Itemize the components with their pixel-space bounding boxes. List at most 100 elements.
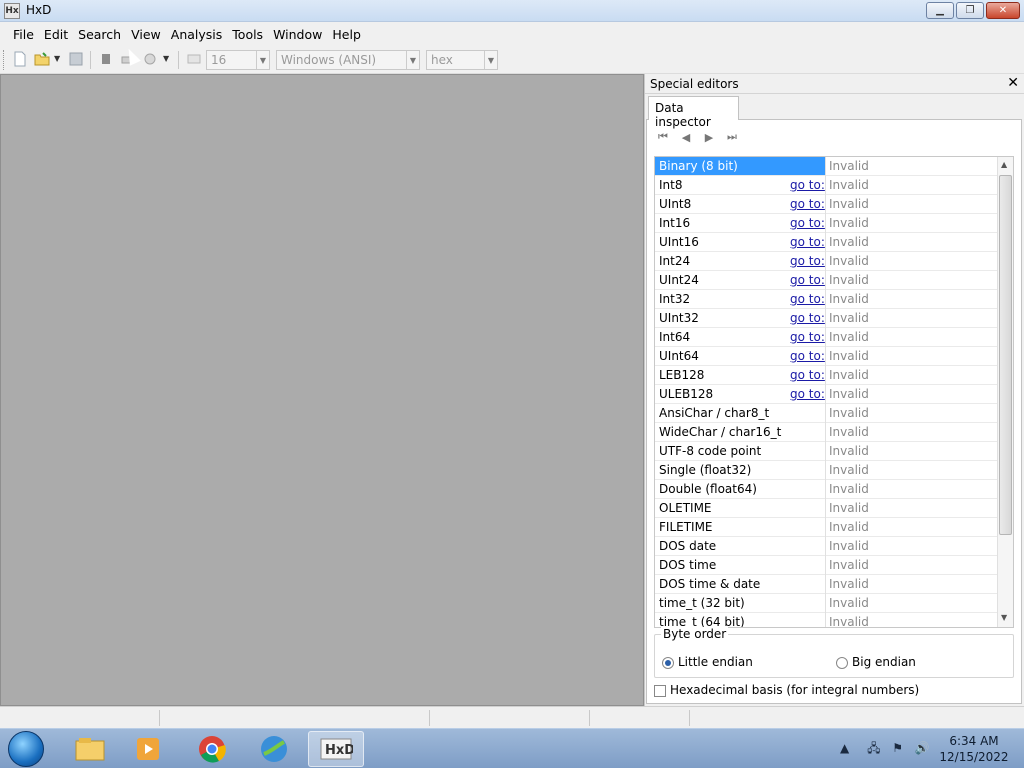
inspector-row-value[interactable]: Invalid [829, 178, 869, 192]
menu-view[interactable]: View [126, 27, 166, 42]
previous-record-icon[interactable]: ◀ [678, 130, 694, 144]
inspector-row[interactable]: Double (float64) Invalid [655, 480, 998, 499]
inspector-row-value[interactable]: Invalid [829, 596, 869, 610]
last-record-icon[interactable]: ⏭ [724, 130, 740, 144]
goto-link[interactable]: go to: [790, 311, 825, 325]
open-dropdown-arrow-icon[interactable]: ▼ [54, 54, 60, 63]
inspector-row-value[interactable]: Invalid [829, 330, 869, 344]
goto-link[interactable]: go to: [790, 197, 825, 211]
inspector-row-value[interactable]: Invalid [829, 159, 869, 173]
inspector-row[interactable]: UInt16 go to: Invalid [655, 233, 998, 252]
menu-window[interactable]: Window [268, 27, 327, 42]
goto-link[interactable]: go to: [790, 330, 825, 344]
chrome-taskbar-icon[interactable] [184, 731, 240, 767]
inspector-row[interactable]: time_t (32 bit) Invalid [655, 594, 998, 613]
inspector-row-value[interactable]: Invalid [829, 463, 869, 477]
inspector-row-value[interactable]: Invalid [829, 406, 869, 420]
goto-link[interactable]: go to: [790, 254, 825, 268]
volume-icon[interactable]: 🔊 [915, 741, 930, 755]
goto-link[interactable]: go to: [790, 349, 825, 363]
inspector-row[interactable]: Int16 go to: Invalid [655, 214, 998, 233]
inspector-row-value[interactable]: Invalid [829, 311, 869, 325]
inspector-row-value[interactable]: Invalid [829, 577, 869, 591]
inspector-row-value[interactable]: Invalid [829, 273, 869, 287]
inspector-row[interactable]: ULEB128 go to: Invalid [655, 385, 998, 404]
menu-edit[interactable]: Edit [39, 27, 73, 42]
inspector-row-value[interactable]: Invalid [829, 349, 869, 363]
taskbar-clock[interactable]: 6:34 AM 12/15/2022 [935, 733, 1013, 765]
menu-tools[interactable]: Tools [227, 27, 268, 42]
inspector-row-value[interactable]: Invalid [829, 387, 869, 401]
explorer-taskbar-icon[interactable] [62, 731, 118, 767]
export-dropdown-arrow-icon[interactable]: ▼ [163, 54, 169, 63]
inspector-row[interactable]: UInt24 go to: Invalid [655, 271, 998, 290]
new-file-icon[interactable] [12, 51, 28, 67]
inspector-row-value[interactable]: Invalid [829, 539, 869, 553]
menu-search[interactable]: Search [73, 27, 126, 42]
menu-file[interactable]: File [8, 27, 39, 42]
chevron-down-icon[interactable]: ▼ [256, 51, 269, 69]
inspector-row-value[interactable]: Invalid [829, 558, 869, 572]
goto-link[interactable]: go to: [790, 292, 825, 306]
inspector-row-value[interactable]: Invalid [829, 482, 869, 496]
hex-basis-label[interactable]: Hexadecimal basis (for integral numbers) [670, 683, 919, 697]
panel-close-icon[interactable]: ✕ [1007, 75, 1019, 91]
goto-link[interactable]: go to: [790, 273, 825, 287]
next-record-icon[interactable]: ▶ [701, 130, 717, 144]
media-player-taskbar-icon[interactable] [120, 731, 176, 767]
charset-combo[interactable]: Windows (ANSI) ▼ [276, 50, 420, 70]
goto-link[interactable]: go to: [790, 216, 825, 230]
inspector-row-value[interactable]: Invalid [829, 216, 869, 230]
scroll-thumb[interactable] [999, 175, 1012, 535]
scroll-up-icon[interactable]: ▲ [1001, 160, 1007, 169]
inspector-row-value[interactable]: Invalid [829, 254, 869, 268]
goto-link[interactable]: go to: [790, 387, 825, 401]
inspector-row-value[interactable]: Invalid [829, 501, 869, 515]
goto-link[interactable]: go to: [790, 235, 825, 249]
big-endian-radio[interactable] [836, 657, 848, 669]
inspector-row[interactable]: UInt32 go to: Invalid [655, 309, 998, 328]
inspector-row[interactable]: Int32 go to: Invalid [655, 290, 998, 309]
inspector-row-value[interactable]: Invalid [829, 292, 869, 306]
show-hidden-icons-icon[interactable]: ▲ [840, 741, 849, 755]
chevron-down-icon[interactable]: ▼ [484, 51, 497, 69]
open-folder-icon[interactable] [34, 51, 50, 67]
inspector-row-value[interactable]: Invalid [829, 444, 869, 458]
chevron-down-icon[interactable]: ▼ [406, 51, 419, 69]
little-endian-radio[interactable] [662, 657, 674, 669]
inspector-row[interactable]: AnsiChar / char8_t Invalid [655, 404, 998, 423]
inspector-row-value[interactable]: Invalid [829, 615, 869, 627]
inspector-row[interactable]: DOS time & date Invalid [655, 575, 998, 594]
maximize-button[interactable]: ❐ [956, 2, 984, 19]
action-center-icon[interactable]: ⚑ [892, 741, 903, 755]
inspector-row[interactable]: UInt64 go to: Invalid [655, 347, 998, 366]
big-endian-label[interactable]: Big endian [852, 655, 916, 669]
hxd-taskbar-icon[interactable]: HxD [308, 731, 364, 767]
grid-scrollbar[interactable]: ▲ ▼ [997, 157, 1013, 627]
close-file-icon[interactable] [98, 51, 114, 67]
menu-analysis[interactable]: Analysis [166, 27, 228, 42]
inspector-row[interactable]: FILETIME Invalid [655, 518, 998, 537]
goto-link[interactable]: go to: [790, 178, 825, 192]
save-icon[interactable] [68, 51, 84, 67]
goto-link[interactable]: go to: [790, 368, 825, 382]
download-manager-taskbar-icon[interactable] [246, 731, 302, 767]
inspector-row[interactable]: DOS date Invalid [655, 537, 998, 556]
inspector-row[interactable]: Int8 go to: Invalid [655, 176, 998, 195]
network-icon[interactable]: 🖧 [867, 741, 880, 755]
inspector-row[interactable]: LEB128 go to: Invalid [655, 366, 998, 385]
inspector-row-value[interactable]: Invalid [829, 235, 869, 249]
inspector-row[interactable]: Binary (8 bit) Invalid [655, 157, 998, 176]
menu-help[interactable]: Help [327, 27, 366, 42]
offset-base-combo[interactable]: hex ▼ [426, 50, 498, 70]
first-record-icon[interactable]: ⏮ [655, 130, 671, 144]
editor-workspace[interactable] [0, 74, 644, 706]
close-button[interactable]: ✕ [986, 2, 1020, 19]
inspector-row-value[interactable]: Invalid [829, 425, 869, 439]
inspector-row[interactable]: Int24 go to: Invalid [655, 252, 998, 271]
scroll-down-icon[interactable]: ▼ [1001, 613, 1007, 622]
inspector-row-value[interactable]: Invalid [829, 197, 869, 211]
inspector-row[interactable]: time_t (64 bit) Invalid [655, 613, 998, 627]
export-icon[interactable] [142, 51, 158, 67]
bytes-per-row-combo[interactable]: 16 ▼ [206, 50, 270, 70]
